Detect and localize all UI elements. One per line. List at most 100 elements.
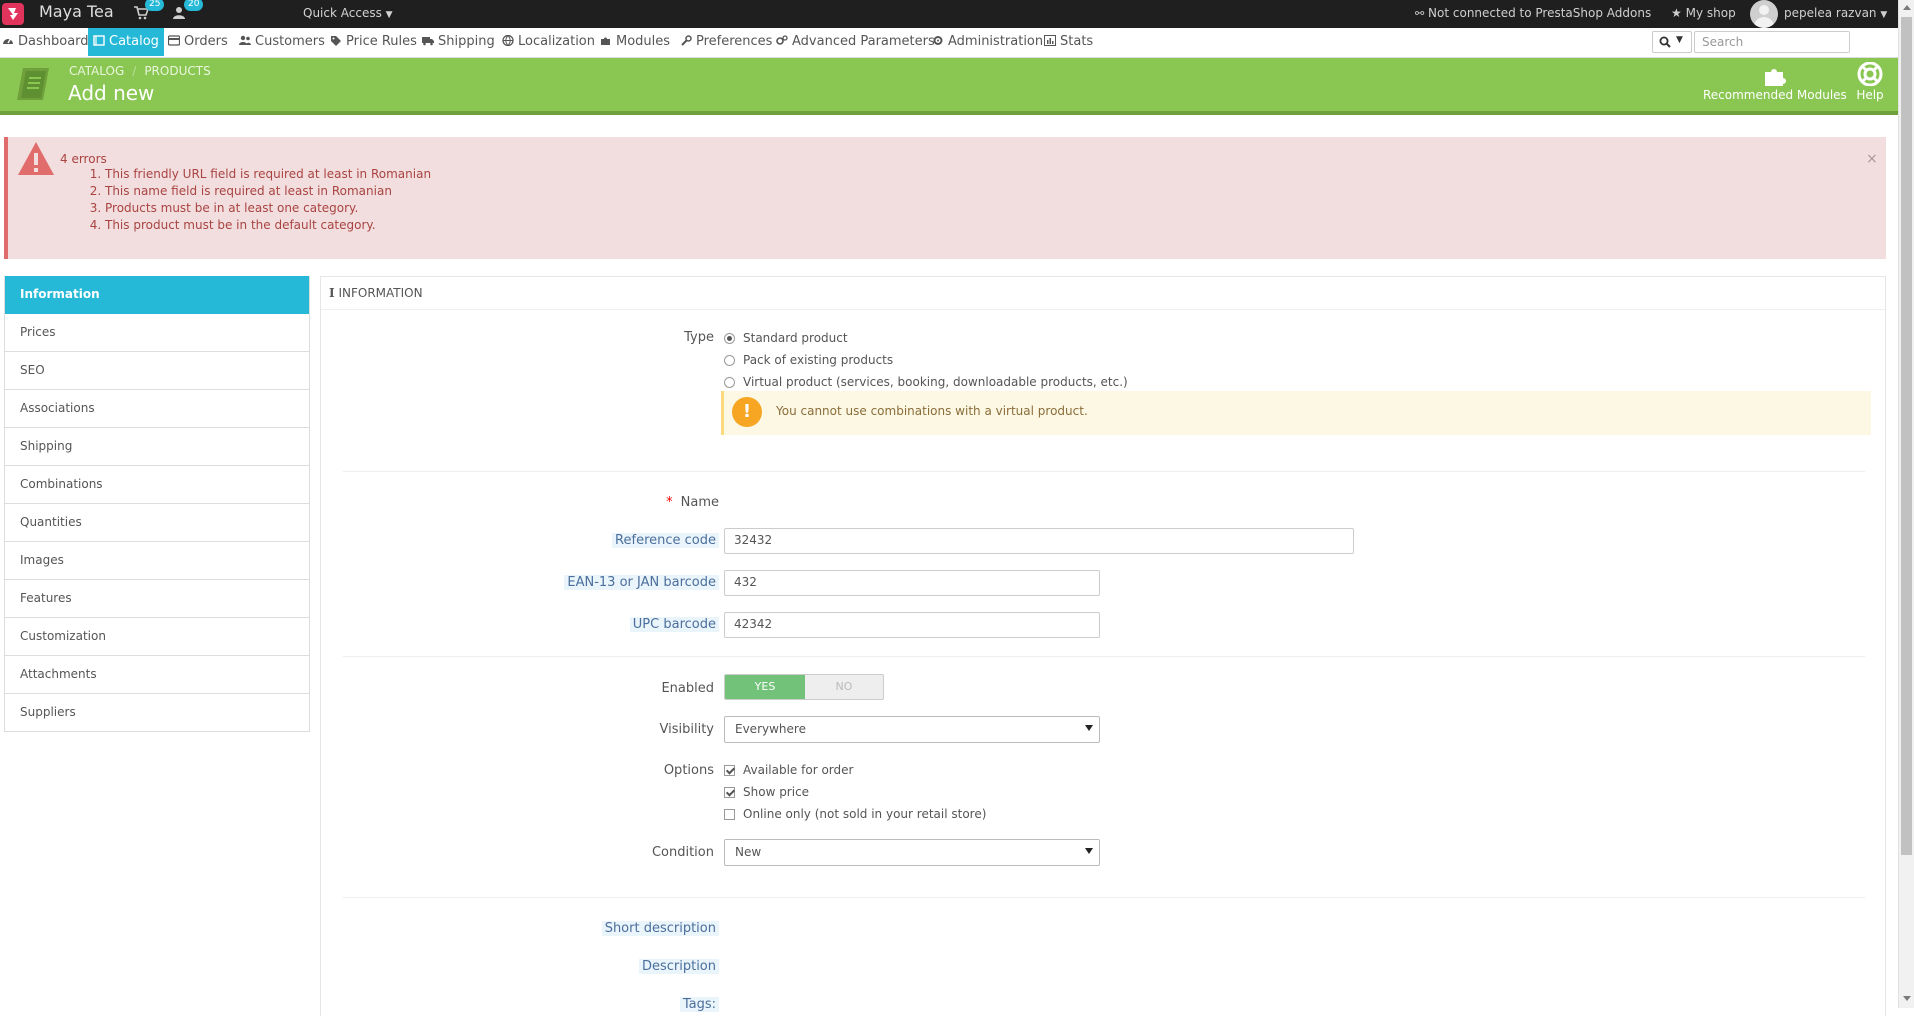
addons-connection-link[interactable]: ⚯ Not connected to PrestaShop Addons (1415, 6, 1651, 20)
puzzle-icon (601, 37, 610, 45)
my-shop-link[interactable]: ★ My shop (1671, 6, 1736, 20)
puzzle-icon (1764, 69, 1786, 86)
tab-seo[interactable]: SEO (5, 352, 309, 390)
divider (343, 656, 1865, 657)
customers-badge: 20 (184, 0, 204, 11)
name-label-text: Name (680, 495, 719, 510)
condition-select[interactable]: New (724, 839, 1100, 866)
tab-shipping[interactable]: Shipping (5, 428, 309, 466)
nav-label: Orders (184, 34, 228, 49)
nav-label: Catalog (109, 34, 159, 49)
help-label: Help (1856, 88, 1884, 102)
type-option-label: Standard product (743, 331, 848, 345)
enabled-yes-option[interactable]: Yes (725, 675, 805, 699)
nav-item-modules[interactable]: Modules (600, 28, 670, 56)
option-label: Online only (not sold in your retail sto… (743, 807, 987, 821)
nav-item-administration[interactable]: Administration (932, 28, 1043, 56)
ean13-input[interactable]: 432 (724, 570, 1100, 596)
upc-input[interactable]: 42342 (724, 612, 1100, 638)
nav-item-advanced-parameters[interactable]: Advanced Parameters (776, 28, 935, 56)
tags-icon (331, 36, 341, 46)
user-menu[interactable]: pepelea razvan ▼ (1784, 6, 1887, 20)
nav-item-catalog[interactable]: Catalog (88, 28, 164, 56)
unlink-icon: ⚯ (1415, 7, 1425, 20)
radio-button[interactable] (724, 377, 735, 388)
type-option-pack[interactable]: Pack of existing products (724, 353, 893, 367)
nav-item-localization[interactable]: Localization (502, 28, 595, 56)
recommended-modules-button[interactable]: Recommended Modules (1703, 62, 1847, 102)
nav-item-price-rules[interactable]: Price Rules (330, 28, 417, 56)
cogs-icon (776, 35, 788, 45)
scroll-up-icon[interactable] (1903, 5, 1911, 10)
tab-information[interactable]: Information (5, 276, 309, 314)
tab-attachments[interactable]: Attachments (5, 656, 309, 694)
caret-down-icon (1085, 725, 1093, 731)
tab-features[interactable]: Features (5, 580, 309, 618)
options-label: Options (663, 763, 714, 778)
breadcrumb: Catalog / Products (69, 64, 211, 78)
breadcrumb-catalog[interactable]: Catalog (69, 64, 124, 78)
information-panel: i Information Type Standard product Pack… (320, 276, 1886, 1016)
nav-item-shipping[interactable]: Shipping (422, 28, 495, 56)
radio-button[interactable] (724, 333, 735, 344)
type-option-virtual[interactable]: Virtual product (services, booking, down… (724, 375, 1128, 389)
close-icon[interactable]: × (1866, 151, 1878, 167)
type-option-standard[interactable]: Standard product (724, 331, 848, 345)
breadcrumb-separator: / (132, 64, 137, 78)
help-button[interactable]: Help (1856, 62, 1884, 102)
nav-item-customers[interactable]: Customers (239, 28, 325, 56)
error-count: 4 errors (60, 152, 107, 166)
quick-access-menu[interactable]: Quick Access ▼ (303, 6, 393, 20)
checkbox[interactable] (724, 787, 735, 798)
avatar[interactable] (1750, 0, 1778, 28)
visibility-select[interactable]: Everywhere (724, 716, 1100, 743)
description-label: Description (638, 959, 719, 974)
page-header: Catalog / Products Add new Recommended Mod… (0, 58, 1898, 115)
scrollbar-thumb[interactable] (1901, 17, 1912, 855)
enabled-toggle[interactable]: Yes No (724, 674, 884, 700)
nav-item-stats[interactable]: Stats (1044, 28, 1093, 56)
enabled-label: Enabled (661, 681, 714, 696)
search-icon (1659, 36, 1671, 48)
option-available-for-order[interactable]: Available for order (724, 763, 853, 777)
divider (343, 471, 1865, 472)
option-show-price[interactable]: Show price (724, 785, 809, 799)
page-scrollbar[interactable] (1898, 0, 1914, 1008)
breadcrumb-products[interactable]: Products (144, 64, 210, 78)
nav-label: Price Rules (346, 34, 417, 49)
nav-item-preferences[interactable]: Preferences (680, 28, 772, 56)
nav-item-orders[interactable]: Orders (168, 28, 228, 56)
divider (321, 309, 1885, 310)
panel-title: Information (338, 286, 423, 300)
visibility-label: Visibility (659, 722, 714, 737)
nav-item-dashboard[interactable]: Dashboard (2, 28, 89, 56)
tab-suppliers[interactable]: Suppliers (5, 694, 309, 731)
caret-down-icon: ▼ (1880, 10, 1888, 20)
tab-customization[interactable]: Customization (5, 618, 309, 656)
option-online-only[interactable]: Online only (not sold in your retail sto… (724, 807, 986, 821)
tab-quantities[interactable]: Quantities (5, 504, 309, 542)
prestashop-logo[interactable] (2, 3, 24, 25)
orders-badge: 25 (145, 0, 165, 11)
scroll-down-icon[interactable] (1903, 996, 1911, 1001)
virtual-product-warning: ! You cannot use combinations with a vir… (721, 391, 1871, 435)
option-label: Available for order (743, 763, 854, 777)
tab-associations[interactable]: Associations (5, 390, 309, 428)
enabled-no-option[interactable]: No (805, 675, 883, 699)
tab-images[interactable]: Images (5, 542, 309, 580)
radio-button[interactable] (724, 355, 735, 366)
nav-label: Preferences (696, 34, 773, 49)
tab-combinations[interactable]: Combinations (5, 466, 309, 504)
checkbox[interactable] (724, 765, 735, 776)
caret-down-icon: ▼ (1676, 35, 1683, 45)
dashboard-icon (3, 37, 13, 44)
orders-notification[interactable]: 25 (133, 0, 165, 20)
shop-name[interactable]: Maya Tea (39, 2, 114, 21)
caret-down-icon (1085, 848, 1093, 854)
search-input[interactable]: Search (1694, 31, 1850, 53)
tab-prices[interactable]: Prices (5, 314, 309, 352)
customers-notification[interactable]: 20 (172, 0, 204, 20)
reference-code-input[interactable]: 32432 (724, 528, 1354, 554)
search-type-button[interactable]: ▼ (1652, 31, 1692, 53)
checkbox[interactable] (724, 809, 735, 820)
